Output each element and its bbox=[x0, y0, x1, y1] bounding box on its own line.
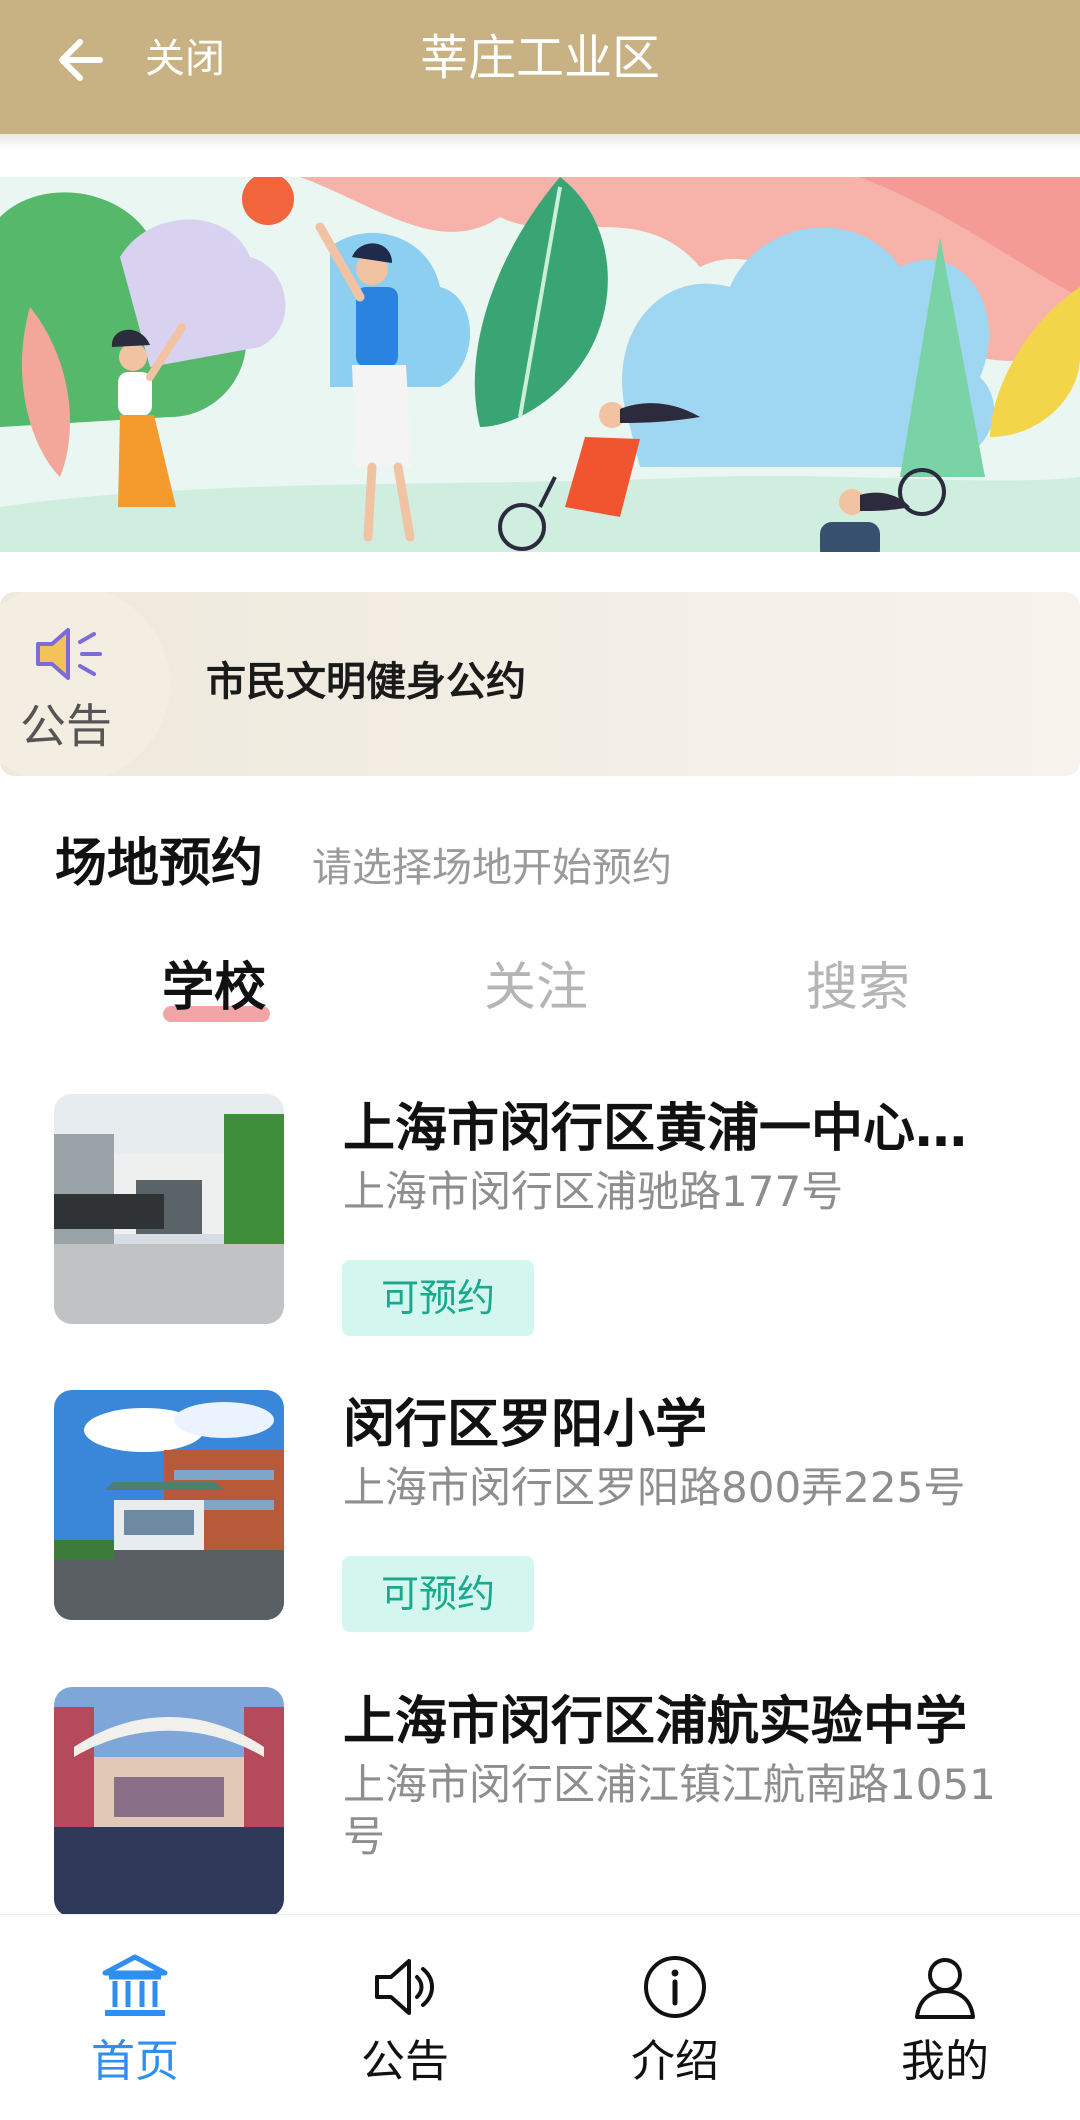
venue-name: 闵行区罗阳小学 bbox=[343, 1395, 708, 1455]
section-title: 场地预约 bbox=[55, 834, 264, 894]
venue-name: 上海市闵行区黄浦一中心… bbox=[343, 1099, 968, 1159]
banner-illustration[interactable] bbox=[0, 177, 1080, 552]
venue-list-item[interactable]: 闵行区罗阳小学 上海市闵行区罗阳路800弄225号 可预约 bbox=[0, 1390, 1080, 1650]
venue-tabs: 学校 关注 搜索 bbox=[0, 948, 1080, 1038]
top-bar: 关闭 莘庄工业区 bbox=[0, 0, 1080, 134]
bank-icon bbox=[102, 1954, 168, 2016]
nav-home[interactable]: 首页 bbox=[0, 1915, 270, 2120]
nav-intro-label: 介绍 bbox=[631, 2036, 719, 2087]
header-shadow bbox=[0, 134, 1080, 150]
status-badge[interactable]: 可预约 bbox=[342, 1556, 534, 1632]
tab-school[interactable]: 学校 bbox=[162, 948, 266, 1028]
venue-address: 上海市闵行区浦江镇江航南路1051号 bbox=[343, 1760, 996, 1861]
venue-thumbnail bbox=[54, 1687, 284, 1917]
nav-home-label: 首页 bbox=[91, 2036, 179, 2087]
venue-list-item[interactable]: 上海市闵行区浦航实验中学 上海市闵行区浦江镇江航南路1051号 bbox=[0, 1687, 1080, 1947]
venue-list-item[interactable]: 上海市闵行区黄浦一中心… 上海市闵行区浦驰路177号 可预约 bbox=[0, 1094, 1080, 1354]
section-subtitle: 请选择场地开始预约 bbox=[312, 845, 672, 891]
tab-search[interactable]: 搜索 bbox=[806, 948, 910, 1028]
page-title: 莘庄工业区 bbox=[419, 30, 660, 86]
bottom-navigation: 首页 公告 介绍 我的 bbox=[0, 1914, 1080, 2120]
notice-bar[interactable]: 公告 市民文明健身公约 bbox=[0, 592, 1080, 776]
venue-address: 上海市闵行区浦驰路177号 bbox=[343, 1167, 844, 1216]
nav-notice-label: 公告 bbox=[361, 2036, 449, 2087]
banner-image bbox=[0, 177, 1080, 552]
speaker-icon bbox=[375, 1959, 434, 2015]
nav-mine[interactable]: 我的 bbox=[810, 1915, 1080, 2120]
venue-address: 上海市闵行区罗阳路800弄225号 bbox=[343, 1463, 966, 1512]
tab-follow[interactable]: 关注 bbox=[484, 948, 588, 1028]
info-icon bbox=[644, 1956, 706, 2018]
notice-text[interactable]: 市民文明健身公约 bbox=[206, 652, 526, 712]
notice-label: 公告 bbox=[20, 699, 112, 753]
status-badge[interactable]: 可预约 bbox=[342, 1260, 534, 1336]
venue-thumbnail bbox=[54, 1094, 284, 1324]
speaker-icon bbox=[36, 628, 102, 680]
venue-name: 上海市闵行区浦航实验中学 bbox=[343, 1692, 968, 1752]
user-icon bbox=[915, 1958, 975, 2019]
venue-thumbnail bbox=[54, 1390, 284, 1620]
nav-mine-label: 我的 bbox=[901, 2036, 989, 2087]
nav-notice[interactable]: 公告 bbox=[270, 1915, 540, 2120]
nav-intro[interactable]: 介绍 bbox=[540, 1915, 810, 2120]
